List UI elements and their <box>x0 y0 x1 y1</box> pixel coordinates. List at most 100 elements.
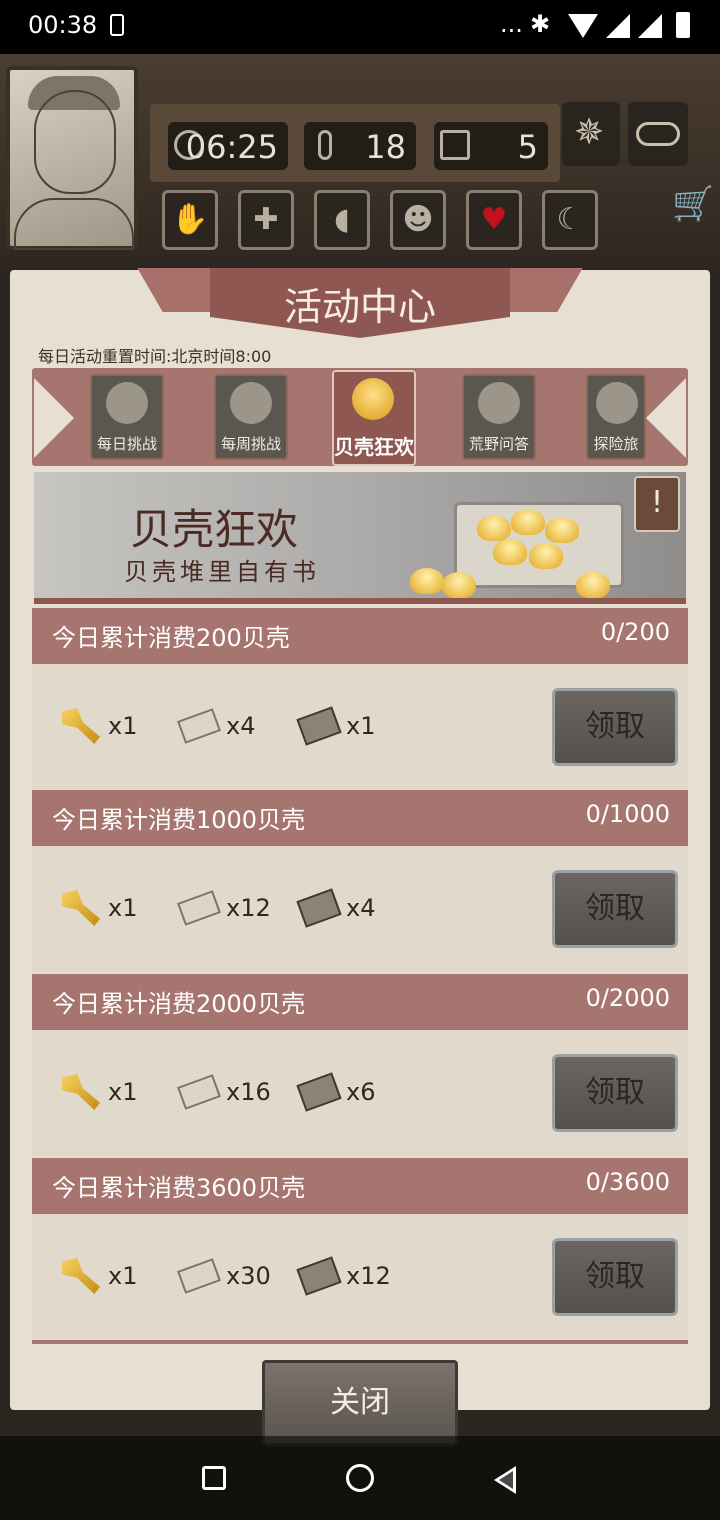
task-name: 今日累计消费3600贝壳 <box>52 1174 306 1202</box>
tab-daily-challenge[interactable]: 每日挑战 <box>90 374 164 460</box>
task-name: 今日累计消费200贝壳 <box>52 624 290 652</box>
cart-icon[interactable]: 🛒 <box>672 184 714 224</box>
home-icon[interactable] <box>346 1464 374 1492</box>
key-icon <box>62 890 100 926</box>
task-header: 今日累计消费200贝壳 0/200 <box>32 608 688 664</box>
reward-count: x1 <box>108 1078 138 1106</box>
info-button[interactable]: ! <box>634 476 680 532</box>
tab-label: 每周挑战 <box>220 435 281 453</box>
reward-count: x12 <box>346 1262 391 1290</box>
crossed-trophy-icon <box>230 382 272 424</box>
banner-subtitle: 贝壳堆里自有书 <box>124 558 320 586</box>
clock-value: 06:25 <box>185 128 278 166</box>
landscape-icon <box>596 382 638 424</box>
tab-label: 每日挑战 <box>96 435 157 453</box>
status-bar: 00:38 ... ✱ <box>0 0 720 54</box>
battery-icon <box>676 12 690 38</box>
cloud-icon[interactable] <box>628 102 688 166</box>
claim-button[interactable]: 领取 <box>552 688 678 766</box>
signal-icon <box>606 14 630 38</box>
task-rewards-row: x1 x4 x1 领取 <box>32 664 688 790</box>
list-bottom-divider <box>32 1340 688 1344</box>
status-time: 00:38 <box>28 11 98 39</box>
page-title: 活动中心 <box>283 285 436 329</box>
tab-label: 探险旅 <box>593 435 639 453</box>
paper-icon <box>177 708 221 744</box>
claim-button[interactable]: 领取 <box>552 1238 678 1316</box>
book-icon <box>296 1072 342 1112</box>
reward-count: x6 <box>346 1078 376 1106</box>
tab-wild-quiz[interactable]: 荒野问答 <box>462 374 536 460</box>
portrait-body <box>14 198 134 250</box>
day-stat: 5 <box>434 122 548 170</box>
trophy-icon <box>106 382 148 424</box>
task-header: 今日累计消费2000贝壳 0/2000 <box>32 974 688 1030</box>
back-icon[interactable] <box>494 1466 516 1494</box>
question-bubble-icon <box>478 382 520 424</box>
reward-count: x30 <box>226 1262 271 1290</box>
task-name: 今日累计消费2000贝壳 <box>52 990 306 1018</box>
task-progress: 0/1000 <box>585 800 670 828</box>
heart-icon[interactable]: ♥ <box>466 190 522 250</box>
clock-stat: 06:25 <box>168 122 288 170</box>
stomach-icon[interactable]: ◖ <box>314 190 370 250</box>
reward-count: x1 <box>108 894 138 922</box>
moon-icon[interactable]: ☾ <box>542 190 598 250</box>
reward-count: x1 <box>108 1262 138 1290</box>
reward-count: x4 <box>346 894 376 922</box>
paper-icon <box>177 890 221 926</box>
task-progress: 0/2000 <box>585 984 670 1012</box>
tab-weekly-challenge[interactable]: 每周挑战 <box>214 374 288 460</box>
more-notifications: ... <box>500 10 523 38</box>
task-name: 今日累计消费1000贝壳 <box>52 806 306 834</box>
temperature-stat: 18 <box>304 122 416 170</box>
mind-icon[interactable]: ☻ <box>390 190 446 250</box>
key-icon <box>62 708 100 744</box>
reward-count: x16 <box>226 1078 271 1106</box>
wifi-icon <box>568 14 598 38</box>
character-portrait[interactable] <box>6 66 138 250</box>
book-icon <box>296 1256 342 1296</box>
task-header: 今日累计消费3600贝壳 0/3600 <box>32 1158 688 1214</box>
shell-coin-icon <box>576 572 610 598</box>
reward-count: x4 <box>226 712 256 740</box>
key-icon <box>62 1258 100 1294</box>
book-icon <box>296 888 342 928</box>
day-value: 5 <box>517 128 538 166</box>
banner-title: 贝壳狂欢 <box>130 505 299 554</box>
task-rewards-row: x1 x12 x4 领取 <box>32 846 688 972</box>
leaf-icon[interactable]: ✵ <box>562 102 620 166</box>
system-nav-bar <box>0 1436 720 1520</box>
tab-adventure[interactable]: 探险旅 <box>586 374 646 460</box>
paper-icon <box>177 1258 221 1294</box>
shell-icon <box>352 378 394 420</box>
task-progress: 0/3600 <box>585 1168 670 1196</box>
reward-count: x1 <box>108 712 138 740</box>
close-button[interactable]: 关闭 <box>262 1360 458 1446</box>
claim-button[interactable]: 领取 <box>552 870 678 948</box>
reward-count: x12 <box>226 894 271 922</box>
portrait-face <box>34 90 116 194</box>
event-banner: 贝壳狂欢 贝壳堆里自有书 ! <box>34 472 686 604</box>
task-rewards-row: x1 x16 x6 领取 <box>32 1030 688 1156</box>
recent-apps-icon[interactable] <box>202 1466 226 1490</box>
calendar-icon <box>440 130 470 160</box>
bluetooth-icon: ✱ <box>530 10 551 38</box>
tab-shell-carnival[interactable]: 贝壳狂欢 <box>332 370 416 466</box>
shell-coin-icon <box>410 568 444 594</box>
task-progress: 0/200 <box>600 618 670 646</box>
paper-icon <box>177 1074 221 1110</box>
reward-count: x1 <box>346 712 376 740</box>
health-cross-icon[interactable]: ✚ <box>238 190 294 250</box>
sim-icon <box>110 14 124 36</box>
claim-button[interactable]: 领取 <box>552 1054 678 1132</box>
task-header: 今日累计消费1000贝壳 0/1000 <box>32 790 688 846</box>
reset-time-note: 每日活动重置时间:北京时间8:00 <box>38 347 272 366</box>
hand-icon[interactable]: ✋ <box>162 190 218 250</box>
temperature-value: 18 <box>365 128 406 166</box>
tab-label: 贝壳狂欢 <box>334 435 414 459</box>
thermometer-icon <box>318 130 332 160</box>
game-hud: 06:25 18 5 ✵ 🛒 ✋ ✚ ◖ ☻ ♥ ☾ <box>0 54 720 270</box>
shell-coin-icon <box>442 572 476 598</box>
book-icon <box>296 706 342 746</box>
